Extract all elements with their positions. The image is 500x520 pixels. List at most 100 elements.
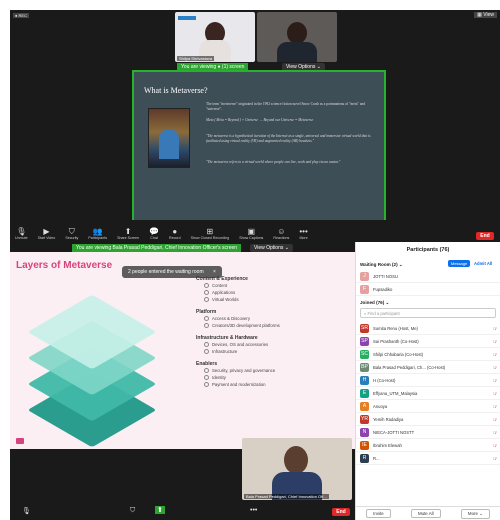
participant-row[interactable]: YR Yemih Radadiya 🎙̸ xyxy=(356,413,500,426)
participant-row[interactable]: F Fupsadiko xyxy=(356,283,500,296)
reactions-icon: ☺ xyxy=(277,227,286,236)
participant-row[interactable]: R R... 🎙̸ xyxy=(356,452,500,465)
participant-row[interactable]: N NIECA-JOTTI NOSTT 🎙̸ xyxy=(356,426,500,439)
participant-row[interactable]: J JOTTI NOSU xyxy=(356,270,500,283)
video-icon: ▶ xyxy=(43,227,50,236)
section-item: Security, privacy and governance xyxy=(196,367,346,374)
toolbar-label: More xyxy=(299,236,308,240)
participant-avatar xyxy=(287,22,307,44)
toolbar-security-button[interactable]: ⛉ Security xyxy=(60,227,83,240)
participant-row[interactable]: BP Bala Prasad Peddigari, Ch... (Co-Host)… xyxy=(356,361,500,374)
slide-quote-1: "The metaverse is a hypothetical iterati… xyxy=(206,134,371,143)
security-icon-bottom[interactable]: ⛉ xyxy=(130,507,135,515)
avatar: IE xyxy=(360,440,369,450)
section-item: Infrastructure xyxy=(196,348,346,355)
muted-mic-icon: 🎙̸ xyxy=(493,455,496,461)
share-screen-icon: ⬆ xyxy=(124,227,132,236)
participant-row[interactable]: SR Sumita Renu (Host, Me) 🎙̸ xyxy=(356,322,500,335)
section-block: Content & Experience Content Applications V… xyxy=(196,276,346,303)
toolbar-reactions-button[interactable]: ☺ Reactions xyxy=(268,227,294,240)
participant-name: H (Co-Host) xyxy=(373,377,396,383)
toolbar-options-button[interactable]: ▣ Show Captions xyxy=(234,227,268,240)
toolbar-chat-button[interactable]: 💬 Chat xyxy=(144,227,164,240)
waiting-room-header[interactable]: Waiting Room (2) ⌄ xyxy=(360,262,403,268)
footer-button-more[interactable]: More ⌄ xyxy=(460,508,490,519)
muted-mic-icon: 🎙̸ xyxy=(493,351,496,357)
muted-mic-icon: 🎙̸ xyxy=(493,325,496,331)
section-item-label: Security, privacy and governance xyxy=(212,368,276,373)
footer-button-mute-all[interactable]: Mute All xyxy=(410,509,441,518)
avatar: SP xyxy=(360,336,369,346)
participants-icon: 👥 xyxy=(92,227,103,236)
muted-mic-icon: 🎙̸ xyxy=(493,364,496,370)
section-item-label: Content xyxy=(212,283,228,288)
presenter-video-tile[interactable]: Bala Prasad Peddigari, Chief Innovation … xyxy=(242,438,352,500)
grid-icon[interactable]: ▦ View xyxy=(474,12,497,18)
participant-row[interactable]: A Anuoya 🎙̸ xyxy=(356,400,500,413)
toast-text: 2 people entered the waiting room xyxy=(128,269,204,275)
section-item: Applications xyxy=(196,289,346,296)
participant-search-input[interactable]: ⌕ Find a participant xyxy=(360,308,496,318)
participant-video-tile[interactable] xyxy=(257,12,337,62)
section-block: Infrastructure & Hardware Devices, OS and… xyxy=(196,335,346,355)
participant-row[interactable]: H H (Co-Host) 🎙̸ xyxy=(356,374,500,387)
view-options-button-bottom[interactable]: View Options ⌄ xyxy=(250,244,293,252)
toolbar-mic-button[interactable]: 🎙 Unmute xyxy=(10,227,33,240)
participant-name: Bala Prasad Peddigari, Ch... (Co-Host) xyxy=(373,364,446,370)
section-item-label: Applications xyxy=(212,290,236,295)
meeting-toolbar: 🎙 Unmute ▶ Start Video ⛉ Security 👥 Participant… xyxy=(10,220,500,240)
participant-row[interactable]: E Effyana_UTM_Malaysia 🎙̸ xyxy=(356,387,500,400)
security-icon: ⛉ xyxy=(68,227,75,236)
slide-title-layers: Layers of Metaverse xyxy=(16,260,113,271)
toolbar-more-button[interactable]: ••• More xyxy=(294,227,312,240)
avatar: F xyxy=(360,284,369,294)
participant-name: Sumita Renu (Host, Me) xyxy=(373,325,418,331)
slide-paragraph-1: The term "metaverse" originated in the 1… xyxy=(206,102,366,111)
bottom-toolbar: 🎙 ⛉ ⬆ ••• xyxy=(10,504,355,520)
mic-icon-bottom[interactable]: 🎙 xyxy=(22,507,31,515)
section-item-label: Virtual Worlds xyxy=(212,297,239,302)
toolbar-label: Security xyxy=(65,236,79,240)
top-meeting-window: ● REC ▦ View Shilpa Shrivastava You are … xyxy=(10,10,500,242)
toolbar-participants-button[interactable]: 👥 Participants xyxy=(83,227,112,240)
section-item-label: Payment and modernization xyxy=(212,382,266,387)
participant-row[interactable]: SP Sai Prashanth (Co-Host) 🎙̸ xyxy=(356,335,500,348)
participant-row[interactable]: IE Ibrahim Elewah 🎙̸ xyxy=(356,439,500,452)
muted-mic-icon: 🎙̸ xyxy=(493,442,496,448)
screen-share-banner-bottom: You are viewing Bala Prasad Peddigari, C… xyxy=(72,244,242,252)
end-button[interactable]: End xyxy=(476,232,494,240)
toolbar-recording-button[interactable]: ⊞ Show Closed Recording xyxy=(186,227,235,240)
bullet-circle-icon xyxy=(204,323,209,328)
bullet-circle-icon xyxy=(204,382,209,387)
slide-logo xyxy=(16,438,24,444)
speaker-name-label: Shilpa Shrivastava xyxy=(177,56,215,61)
message-button[interactable]: Message xyxy=(448,260,471,267)
end-button-bottom[interactable]: End xyxy=(332,508,350,516)
toast-close-icon[interactable]: × xyxy=(213,269,216,275)
section-item: Identity xyxy=(196,374,346,381)
avatar: YR xyxy=(360,414,369,424)
footer-button-invite[interactable]: Invite xyxy=(366,509,391,518)
section-item: Payment and modernization xyxy=(196,381,346,388)
avatar: SR xyxy=(360,323,369,333)
share-icon-bottom[interactable]: ⬆ xyxy=(155,506,165,514)
presenter-avatar xyxy=(284,446,308,474)
participants-footer: Invite Mute All More ⌄ xyxy=(356,506,500,520)
admit-all-button[interactable]: Admit All xyxy=(474,261,492,266)
section-item: Creators/3D development platforms xyxy=(196,322,346,329)
toolbar-record-button[interactable]: ● Record xyxy=(164,227,186,240)
more-icon-bottom[interactable]: ••• xyxy=(250,507,257,514)
bullet-circle-icon xyxy=(204,316,209,321)
toolbar-video-button[interactable]: ▶ Start Video xyxy=(33,227,61,240)
bullet-circle-icon xyxy=(204,342,209,347)
joined-header[interactable]: Joined (76) ⌄ xyxy=(360,300,389,306)
speaker-video-tile[interactable]: Shilpa Shrivastava xyxy=(175,12,255,62)
participants-title: Participants (76) xyxy=(406,247,450,253)
participant-row[interactable]: SC Shilpi Chhabaria (Co-Host) 🎙̸ xyxy=(356,348,500,361)
toolbar-share-screen-button[interactable]: ⬆ Share Screen xyxy=(112,227,144,240)
more-icon: ••• xyxy=(299,227,308,236)
bottom-meeting-window: You are viewing Bala Prasad Peddigari, C… xyxy=(10,242,355,520)
avatar: H xyxy=(360,375,369,385)
shared-slide: What is Metaverse? The term "metaverse" … xyxy=(132,70,386,228)
avatar: BP xyxy=(360,362,369,372)
